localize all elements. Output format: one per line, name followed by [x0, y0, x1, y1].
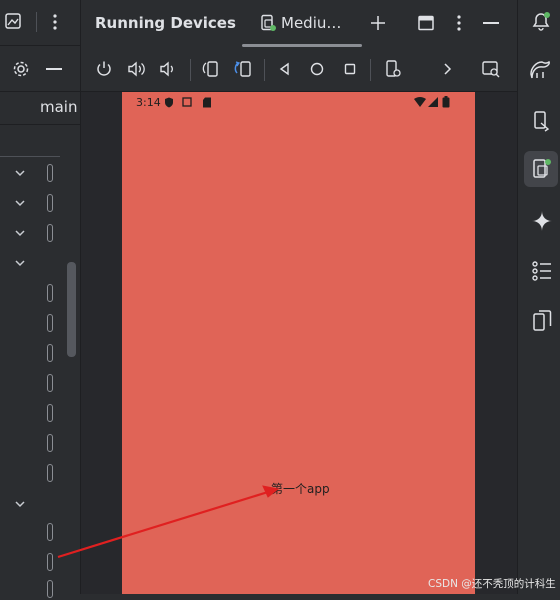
structure-icon[interactable] [531, 260, 553, 282]
watermark: CSDN @还不秃顶的计科生 [428, 578, 556, 590]
gemini-icon[interactable] [531, 210, 553, 232]
running-devices-icon [533, 159, 551, 178]
device-mirror-icon[interactable] [531, 309, 553, 333]
notifications-icon[interactable] [530, 10, 552, 32]
right-tool-strip [517, 0, 560, 594]
running-devices-tab[interactable] [524, 151, 558, 187]
annotation-arrow [57, 485, 280, 559]
gradle-icon[interactable] [529, 60, 553, 82]
device-manager-icon[interactable] [531, 110, 553, 134]
